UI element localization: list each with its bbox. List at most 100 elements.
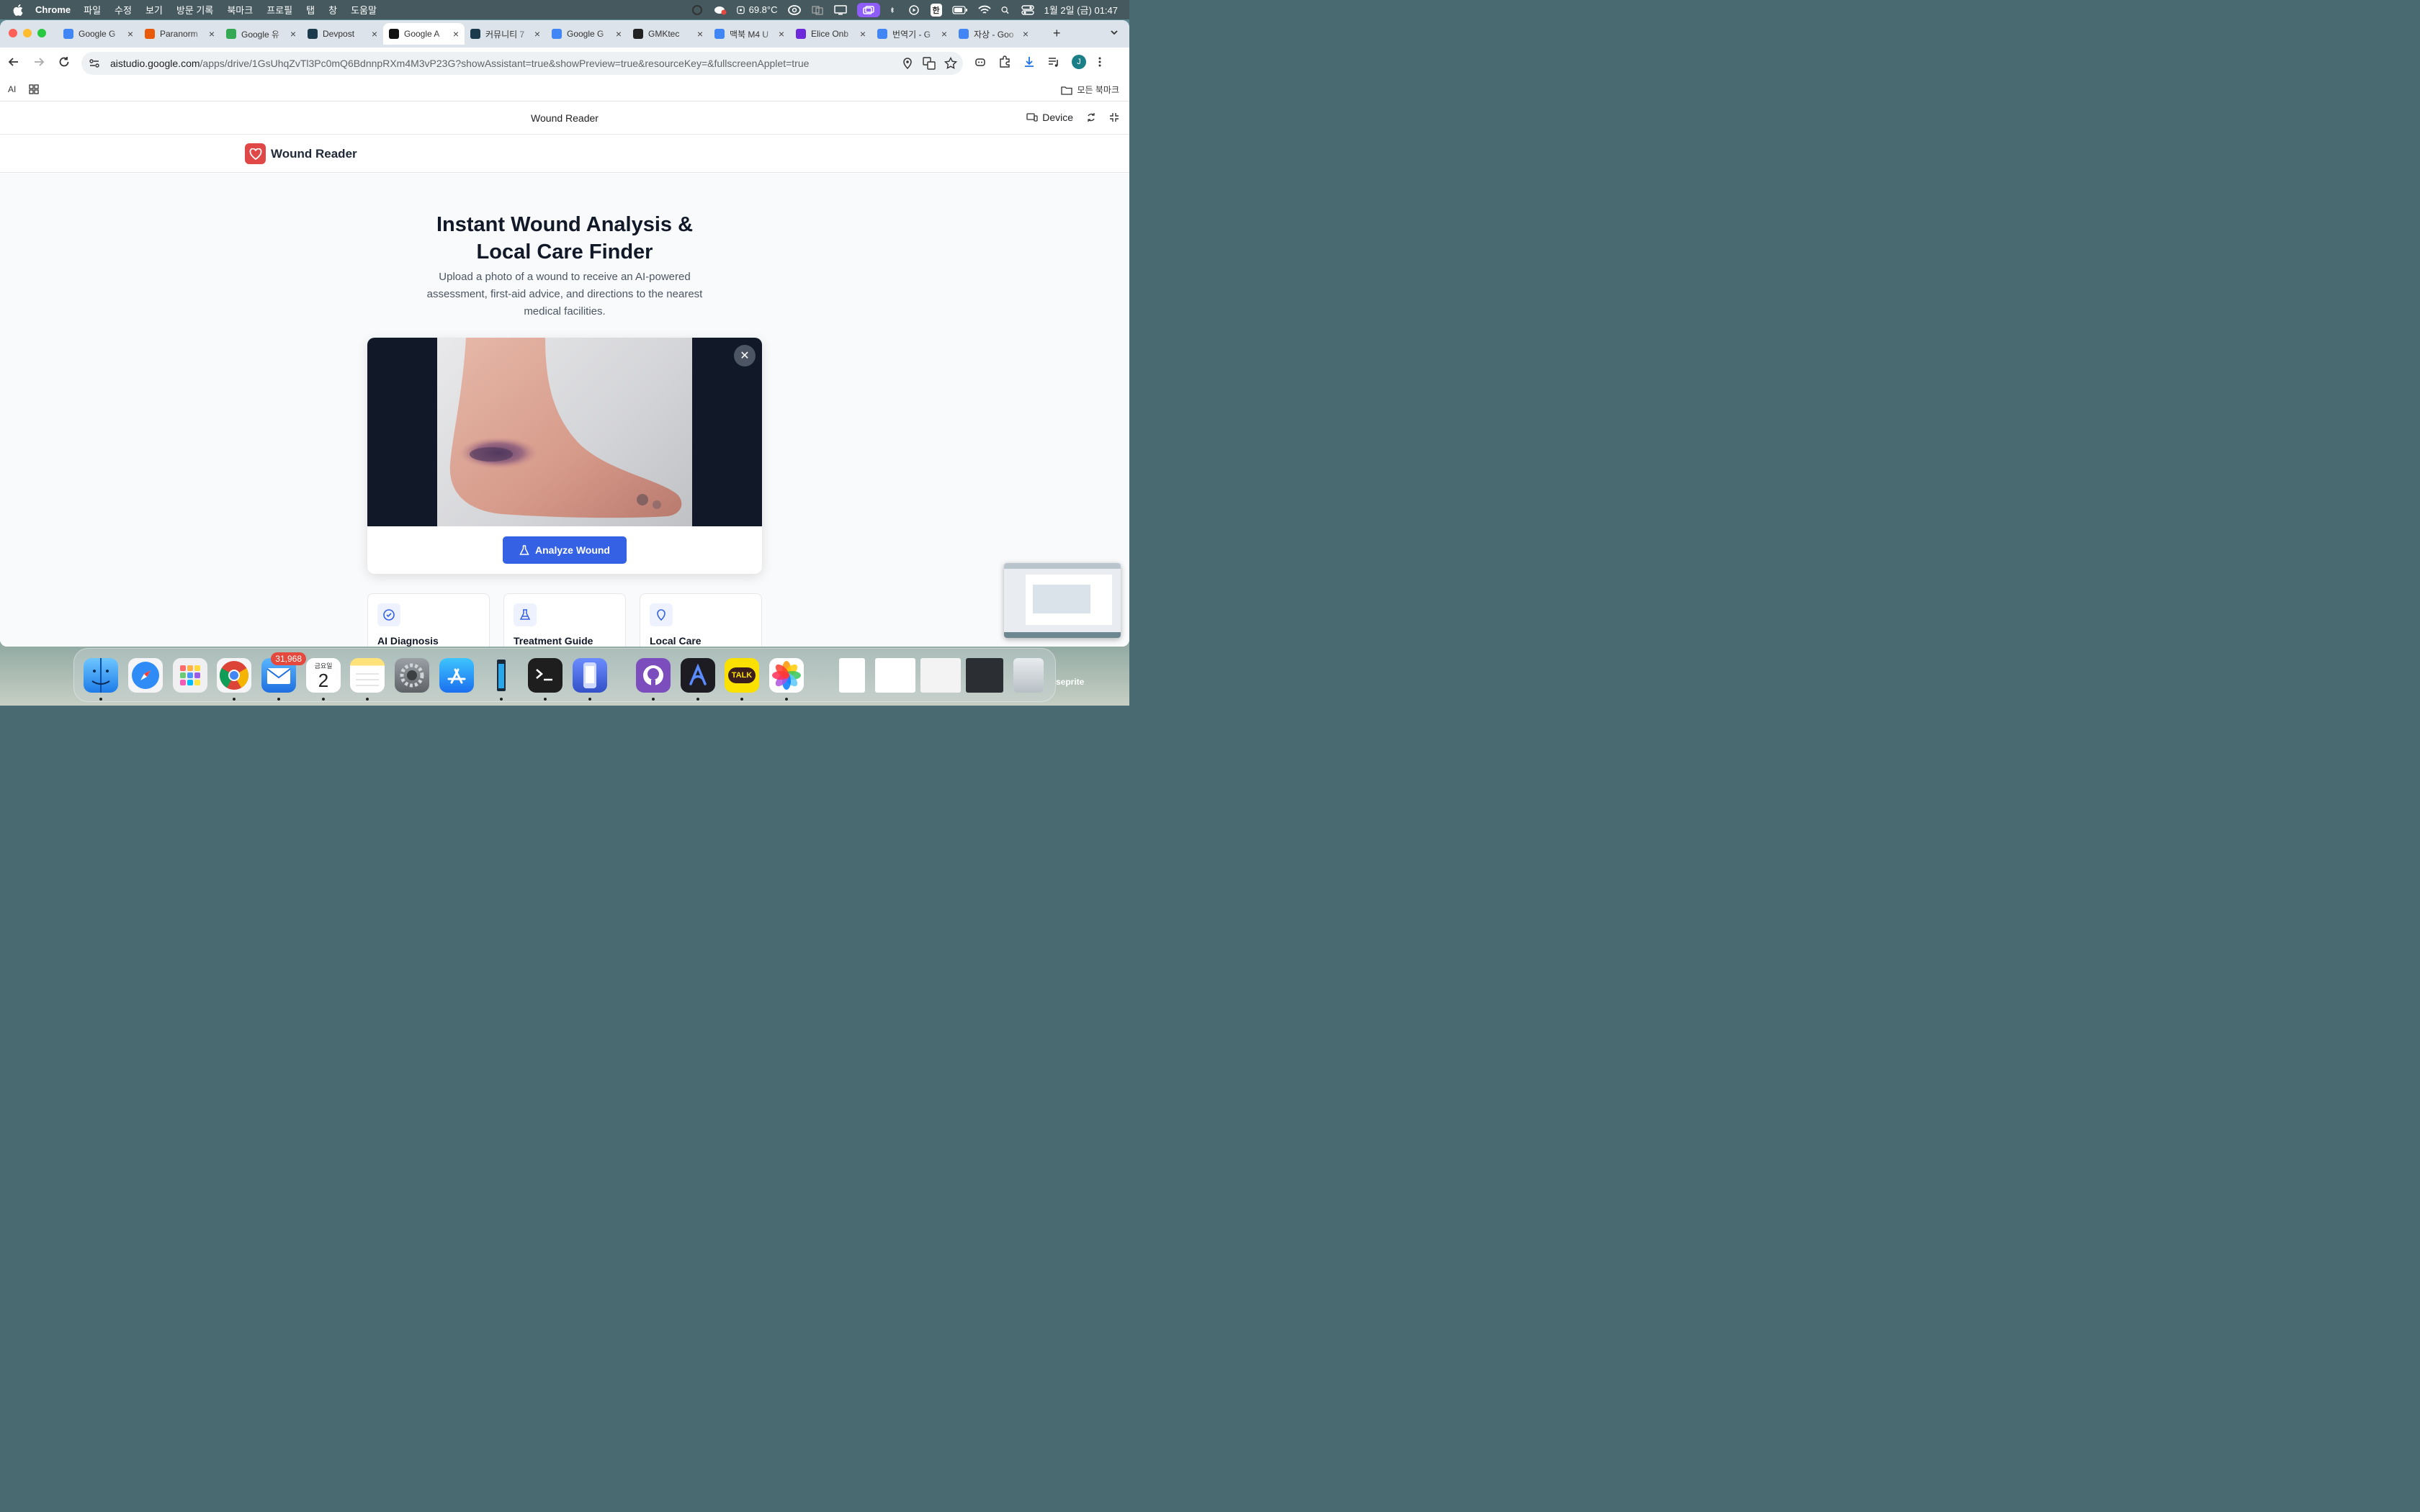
close-tab-icon[interactable]: × xyxy=(860,28,866,40)
more-menu-icon[interactable] xyxy=(1098,55,1102,68)
github-desktop-app-icon[interactable] xyxy=(636,658,671,693)
media-play-icon[interactable] xyxy=(908,4,920,15)
analyze-wound-button[interactable]: Analyze Wound xyxy=(503,536,627,564)
minimized-window-4[interactable] xyxy=(966,658,1003,693)
control-center-icon[interactable] xyxy=(1021,4,1034,15)
bluetooth-icon[interactable] xyxy=(890,5,897,15)
zoom-window-button[interactable] xyxy=(37,29,46,37)
close-tab-icon[interactable]: × xyxy=(127,28,133,40)
notes-app-icon[interactable] xyxy=(350,658,385,693)
minimized-window-1[interactable] xyxy=(839,658,865,693)
close-tab-icon[interactable]: × xyxy=(290,28,296,40)
mail-app-icon[interactable]: 31,968 xyxy=(261,652,306,693)
close-tab-icon[interactable]: × xyxy=(372,28,377,40)
safari-app-icon[interactable] xyxy=(128,658,163,693)
close-tab-icon[interactable]: × xyxy=(616,28,622,40)
battery-icon[interactable] xyxy=(951,5,968,15)
refresh-preview-icon[interactable] xyxy=(1086,112,1096,122)
gemini-agent-icon[interactable] xyxy=(974,55,987,68)
browser-tab[interactable]: Devpost × xyxy=(302,23,383,45)
browser-tab[interactable]: Google G × xyxy=(546,23,627,45)
new-tab-button[interactable]: + xyxy=(1053,26,1061,41)
extensions-puzzle-icon[interactable] xyxy=(998,55,1011,68)
close-tab-icon[interactable]: × xyxy=(209,28,215,40)
close-tab-icon[interactable]: × xyxy=(534,28,540,40)
stage-manager-icon[interactable] xyxy=(856,2,880,17)
menu-file[interactable]: 파일 xyxy=(84,3,101,17)
input-method-indicator[interactable]: 한 xyxy=(930,3,942,17)
globe-status-icon[interactable] xyxy=(691,4,704,15)
translate-status-icon[interactable] xyxy=(811,5,824,15)
close-tab-icon[interactable]: × xyxy=(697,28,703,40)
creative-cloud-icon[interactable] xyxy=(787,4,801,15)
minimize-window-button[interactable] xyxy=(23,29,32,37)
wifi-icon[interactable] xyxy=(977,5,991,15)
browser-tab[interactable]: Elice Onb × xyxy=(790,23,871,45)
apple-logo-icon[interactable] xyxy=(12,4,25,17)
profile-avatar[interactable]: J xyxy=(1072,55,1086,69)
site-settings-icon[interactable] xyxy=(89,58,100,69)
close-tab-icon[interactable]: × xyxy=(941,28,947,40)
menu-edit[interactable]: 수정 xyxy=(115,3,132,17)
menu-window[interactable]: 창 xyxy=(328,3,337,17)
menu-history[interactable]: 방문 기록 xyxy=(176,3,213,17)
menubar-clock[interactable]: 1월 2일 (금) 01:47 xyxy=(1044,3,1118,17)
menu-view[interactable]: 보기 xyxy=(145,3,163,17)
bookmark-ai[interactable]: AI xyxy=(8,84,16,94)
menu-bookmarks[interactable]: 북마크 xyxy=(227,3,253,17)
browser-tab[interactable]: Google A × xyxy=(383,23,465,45)
menu-help[interactable]: 도움말 xyxy=(351,3,377,17)
launchpad-app-icon[interactable] xyxy=(173,658,207,693)
all-bookmarks-button[interactable]: 모든 북마크 xyxy=(1061,84,1119,96)
kakaotalk-app-icon[interactable]: TALK xyxy=(725,658,759,693)
system-settings-app-icon[interactable] xyxy=(395,658,429,693)
browser-tab[interactable]: Paranorm × xyxy=(139,23,220,45)
browser-tab[interactable]: GMKtec × xyxy=(627,23,709,45)
translate-page-icon[interactable] xyxy=(923,57,936,70)
browser-tab[interactable]: 커뮤니티 7 × xyxy=(465,23,546,45)
back-arrow-icon[interactable] xyxy=(7,55,20,68)
minimized-window-2[interactable] xyxy=(875,658,915,693)
exit-fullscreen-icon[interactable] xyxy=(1109,112,1119,122)
device-toggle-button[interactable]: Device xyxy=(1026,112,1073,123)
terminal-app-icon[interactable] xyxy=(528,658,563,693)
url-text[interactable]: aistudio.google.com/apps/drive/1GsUhqZvT… xyxy=(110,58,809,69)
trash-icon[interactable] xyxy=(1013,658,1044,693)
arc-browser-app-icon[interactable] xyxy=(681,658,715,693)
simulator-app-icon[interactable] xyxy=(573,658,607,693)
media-control-icon[interactable] xyxy=(1047,55,1060,68)
menu-tab[interactable]: 탭 xyxy=(306,3,315,17)
browser-tab[interactable]: Google G × xyxy=(58,23,139,45)
tab-search-chevron-icon[interactable] xyxy=(1109,27,1119,37)
calendar-app-icon[interactable]: 금요일 2 xyxy=(306,658,341,693)
photos-app-icon[interactable] xyxy=(769,658,804,693)
forward-arrow-icon[interactable] xyxy=(32,55,45,68)
address-bar[interactable]: aistudio.google.com/apps/drive/1GsUhqZvT… xyxy=(81,52,963,75)
menu-profile[interactable]: 프로필 xyxy=(266,3,292,17)
app-store-icon[interactable] xyxy=(439,658,474,693)
location-icon[interactable] xyxy=(901,57,914,70)
apps-grid-icon[interactable] xyxy=(29,84,39,94)
close-window-button[interactable] xyxy=(9,29,17,37)
chrome-app-icon[interactable] xyxy=(217,658,251,693)
browser-tab[interactable]: 맥북 M4 U × xyxy=(709,23,790,45)
download-icon[interactable] xyxy=(1023,55,1036,68)
close-tab-icon[interactable]: × xyxy=(779,28,784,40)
audio-meter-app-icon[interactable] xyxy=(484,658,519,693)
close-tab-icon[interactable]: × xyxy=(453,28,459,40)
menubar-app-name[interactable]: Chrome xyxy=(35,4,71,15)
screenshot-thumbnail[interactable] xyxy=(1004,563,1121,638)
bookmark-star-icon[interactable] xyxy=(944,57,957,70)
remove-image-button[interactable]: ✕ xyxy=(734,345,756,366)
app-logo[interactable]: Wound Reader xyxy=(245,143,357,164)
cpu-temperature[interactable]: 69.8°C xyxy=(736,4,778,15)
close-tab-icon[interactable]: × xyxy=(1023,28,1028,40)
browser-tab[interactable]: 자상 - Goo × xyxy=(953,23,1034,45)
reload-icon[interactable] xyxy=(58,55,71,68)
finder-app-icon[interactable] xyxy=(84,658,118,693)
browser-tab[interactable]: 번역기 - G × xyxy=(871,23,953,45)
display-icon[interactable] xyxy=(833,4,847,15)
cloud-status-icon[interactable] xyxy=(714,5,727,15)
browser-tab[interactable]: Google 유 × xyxy=(220,23,302,45)
spotlight-search-icon[interactable] xyxy=(1001,5,1011,15)
